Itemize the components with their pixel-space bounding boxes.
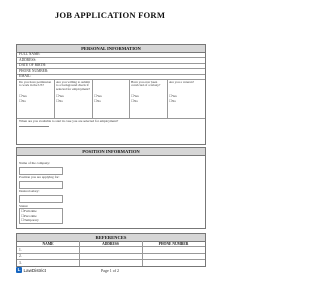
question-work-permission: Do you have permission to work in the US… [19,79,53,117]
column-phone-number: PHONE NUMBER [158,241,189,246]
position-information-header: POSITION INFORMATION [17,148,205,156]
column-address: ADDRESS [102,241,119,246]
desired-salary-label: Desired salary: [19,189,40,193]
position-applying-input[interactable] [19,181,63,189]
option-no[interactable]: ☐No [56,99,63,104]
option-no[interactable]: ☐No [19,99,26,104]
company-name-label: Name of the company: [19,161,50,165]
company-name-input[interactable] [19,167,63,175]
option-no[interactable]: ☐No [169,99,176,104]
question-3: ☐Yes ☐No [94,81,128,117]
page-title: JOB APPLICATION FORM [54,10,166,20]
email-label: EMAIL: [19,74,32,78]
position-information-section: POSITION INFORMATION Name of the company… [16,147,206,229]
option-no[interactable]: ☐No [94,99,101,104]
full-name-label: FULL NAME: [19,52,41,56]
date-of-birth-label: DATE OF BIRTH: [19,63,47,67]
question-text: Do you have permission to work in the US… [19,79,52,88]
phone-number-label: PHONE NUMBER: [19,68,49,73]
references-section: REFERENCES NAME ADDRESS PHONE NUMBER 1. … [16,233,206,267]
question-veteran: Are you a veteran? ☐Yes ☐No [169,79,203,117]
question-felony: Have you ever been convicted of a felony… [131,79,166,117]
reference-row-number: 1. [19,247,22,252]
reference-row-number: 3. [19,260,22,265]
column-name: NAME [42,241,54,246]
question-text: Are you a veteran? [169,79,194,84]
form-page: JOB APPLICATION FORM PERSONAL INFORMATIO… [0,0,220,285]
table-row[interactable]: 3. [17,260,205,266]
start-date-input[interactable] [19,126,49,127]
reference-row-number: 2. [19,254,22,258]
address-label: ADDRESS: [19,57,37,62]
screening-questions: Do you have permission to work in the US… [17,79,205,119]
question-text: Are you willing to submit to a backgroun… [56,79,91,92]
start-date-label: When are you available to start in case … [19,119,119,123]
page-number: Page 1 of 2 [100,268,120,273]
desired-salary-input[interactable] [19,195,63,203]
personal-information-section: PERSONAL INFORMATION FULL NAME: ADDRESS:… [16,44,206,145]
option-no[interactable]: ☐No [131,99,138,104]
question-background-check: Are you willing to submit to a backgroun… [56,79,91,117]
status-options: ☐Full-time ☐Part-time ☐Temporary [19,208,63,224]
status-temporary[interactable]: ☐Temporary [21,218,39,223]
position-applying-label: Position you are applying for: [19,175,60,179]
question-text: Have you ever been convicted of a felony… [131,79,161,88]
